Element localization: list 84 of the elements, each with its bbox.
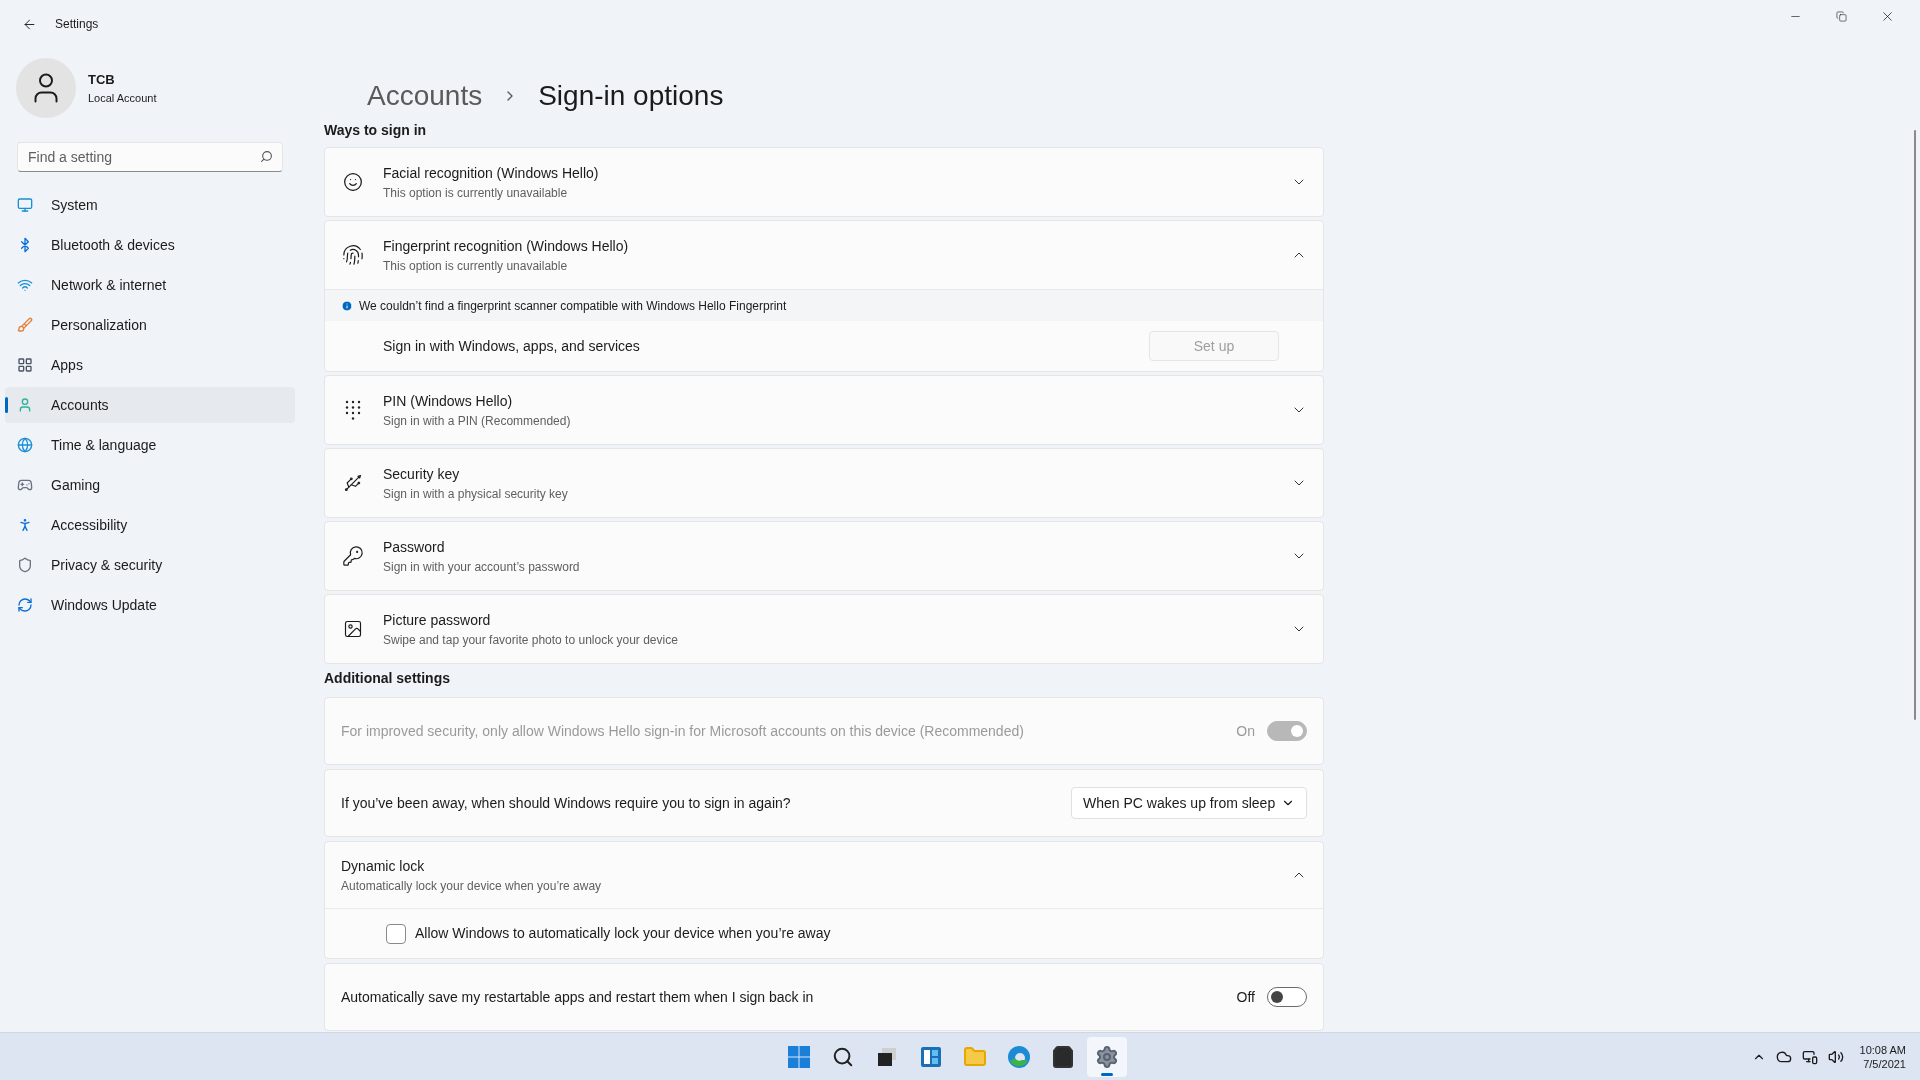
- nav-item[interactable]: Accounts: [5, 387, 295, 423]
- search-icon[interactable]: [260, 150, 273, 163]
- keypad-icon: [343, 399, 363, 421]
- globe-icon: [17, 437, 33, 453]
- setting-label: If you’ve been away, when should Windows require you to sign in again?: [341, 793, 791, 813]
- checkbox-label: Allow Windows to automatically lock your device when you’re away: [415, 924, 831, 943]
- nav-item[interactable]: System: [5, 187, 295, 223]
- section-heading: Ways to sign in: [324, 121, 428, 140]
- expander-header[interactable]: Dynamic lock Automatically lock your device when you’re away: [325, 842, 1323, 908]
- setting-label: Sign in with Windows, apps, and services: [383, 336, 640, 356]
- nav-item[interactable]: Apps: [5, 347, 295, 383]
- brush-icon: [17, 317, 33, 333]
- nav-item[interactable]: Privacy & security: [5, 547, 295, 583]
- fingerprint-icon: [342, 244, 364, 266]
- wifi-icon: [17, 277, 33, 293]
- dropdown[interactable]: When PC wakes up from sleep: [1071, 787, 1307, 819]
- back-icon[interactable]: [22, 16, 37, 32]
- accessibility-icon: [17, 517, 33, 533]
- option-title: PIN (Windows Hello): [383, 391, 514, 411]
- expander-header[interactable]: PIN (Windows Hello) Sign in with a PIN (Recommended): [325, 376, 1323, 444]
- option-subtitle: Sign in with a physical security key: [383, 485, 569, 503]
- expander-header[interactable]: Facial recognition (Windows Hello) This option is currently unavailable: [325, 148, 1323, 216]
- widgets-icon: [920, 1045, 942, 1068]
- key-icon: [342, 545, 364, 567]
- image-icon: [343, 619, 363, 639]
- window-title: Settings: [55, 16, 99, 33]
- gear-icon: [1095, 1044, 1119, 1069]
- option-title: Facial recognition (Windows Hello): [383, 163, 600, 183]
- option-subtitle: This option is currently unavailable: [383, 257, 569, 275]
- gamepad-icon: [17, 477, 33, 493]
- option-subtitle: Sign in with your account’s password: [383, 558, 581, 576]
- search-field[interactable]: Find a setting: [17, 142, 283, 172]
- option-subtitle: Swipe and tap your favorite photo to unlock your device: [383, 631, 679, 649]
- nav-item[interactable]: Windows Update: [5, 587, 295, 623]
- nav-item[interactable]: Bluetooth & devices: [5, 227, 295, 263]
- smile-icon: [343, 172, 363, 192]
- setting-label: Automatically save my restartable apps and restart them when I sign back in: [341, 987, 814, 1007]
- breadcrumb-link[interactable]: Accounts: [367, 75, 483, 117]
- section-heading: Additional settings: [324, 669, 451, 688]
- account-type: Local Account: [88, 90, 157, 106]
- devices-icon[interactable]: [1801, 1048, 1818, 1065]
- option-subtitle: Automatically lock your device when you’re away: [341, 877, 603, 895]
- info-icon: [341, 299, 353, 312]
- setting-label: For improved security, only allow Windows Hello sign-in for Microsoft accounts on this device (Recommended): [341, 721, 1024, 741]
- toggle-state: On: [1236, 721, 1255, 741]
- nav-item[interactable]: Personalization: [5, 307, 295, 343]
- account-name: TCB: [88, 71, 116, 89]
- monitor-icon: [17, 197, 33, 213]
- nav-item[interactable]: Gaming: [5, 467, 295, 503]
- expander-header[interactable]: Password Sign in with your account’s password: [325, 522, 1323, 590]
- nav-item[interactable]: Network & internet: [5, 267, 295, 303]
- restore-icon[interactable]: [1835, 10, 1847, 22]
- option-title: Fingerprint recognition (Windows Hello): [383, 236, 630, 256]
- scrollbar[interactable]: [1914, 130, 1916, 720]
- search-icon: [832, 1045, 854, 1068]
- option-title: Password: [383, 537, 446, 557]
- option-title: Picture password: [383, 610, 492, 630]
- checkbox[interactable]: [386, 923, 406, 944]
- option-title: Security key: [383, 464, 461, 484]
- expander-header[interactable]: Fingerprint recognition (Windows Hello) This option is currently unavailable: [325, 221, 1323, 289]
- toggle-switch[interactable]: [1267, 987, 1307, 1007]
- taskbar-app[interactable]: [1087, 1036, 1127, 1077]
- shield-icon: [17, 557, 33, 573]
- speaker-icon[interactable]: [1827, 1048, 1844, 1065]
- nav-item[interactable]: Time & language: [5, 427, 295, 463]
- page-title: Sign-in options: [538, 79, 724, 113]
- person-icon: [17, 397, 33, 413]
- option-subtitle: This option is currently unavailable: [383, 184, 569, 202]
- expander-header[interactable]: Security key Sign in with a physical security key: [325, 449, 1323, 517]
- folder-icon: [963, 1044, 987, 1069]
- browser-icon: [1007, 1044, 1031, 1069]
- expander-header[interactable]: Picture password Swipe and tap your favorite photo to unlock your device: [325, 595, 1323, 663]
- clock-date: 7/5/2021: [1863, 1056, 1906, 1071]
- usb-key-icon: [343, 473, 363, 493]
- toggle-state: Off: [1236, 987, 1255, 1007]
- clock-time: 10:08 AM: [1859, 1042, 1906, 1057]
- option-subtitle: Sign in with a PIN (Recommended): [383, 412, 572, 430]
- option-title: Dynamic lock: [341, 856, 426, 876]
- task-view-icon: [876, 1045, 898, 1068]
- info-message: We couldn’t find a fingerprint scanner compatible with Windows Hello Fingerprint: [359, 297, 787, 315]
- windows-logo-icon: [787, 1044, 811, 1069]
- nav-item[interactable]: Accessibility: [5, 507, 295, 543]
- apps-grid-icon: [17, 357, 33, 373]
- refresh-icon: [17, 597, 33, 613]
